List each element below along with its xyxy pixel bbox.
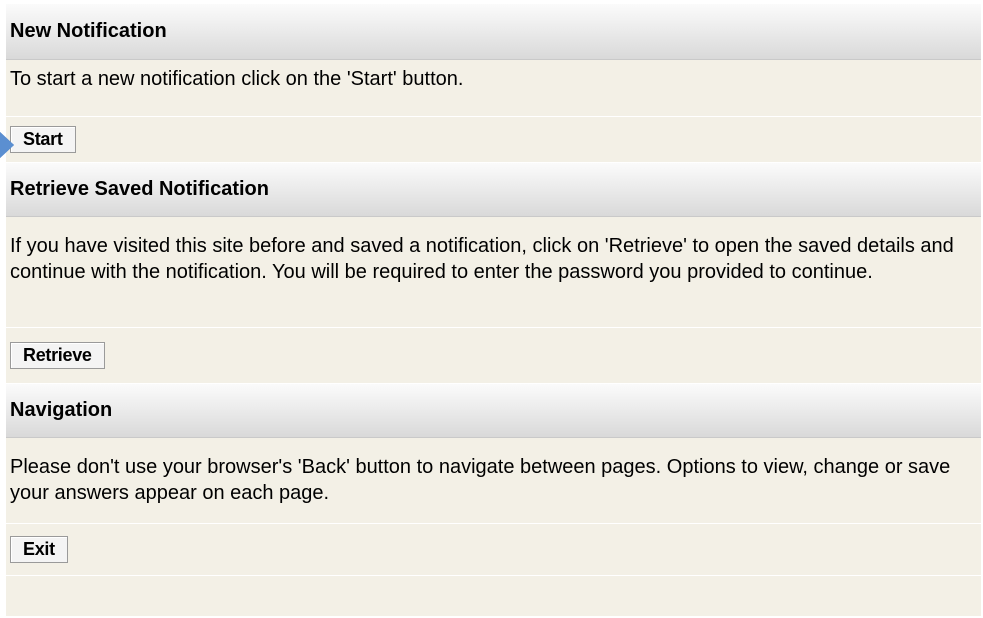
retrieve-description: If you have visited this site before and… [6, 217, 981, 328]
navigation-title: Navigation [10, 399, 113, 421]
retrieve-header: Retrieve Saved Notification [6, 163, 981, 217]
exit-button[interactable]: Exit [10, 536, 68, 563]
retrieve-button[interactable]: Retrieve [10, 342, 105, 369]
retrieve-button-row: Retrieve [6, 328, 981, 384]
notification-panel: New Notification To start a new notifica… [6, 4, 981, 616]
exit-button-row: Exit [6, 524, 981, 576]
navigation-text: Please don't use your browser's 'Back' b… [10, 456, 951, 504]
new-notification-description: To start a new notification click on the… [6, 60, 981, 117]
new-notification-text: To start a new notification click on the… [10, 68, 464, 90]
retrieve-text: If you have visited this site before and… [10, 235, 954, 283]
navigation-header: Navigation [6, 384, 981, 438]
retrieve-title: Retrieve Saved Notification [10, 178, 269, 200]
start-button-row: Start [6, 117, 981, 163]
arrow-right-icon [0, 132, 14, 158]
navigation-description: Please don't use your browser's 'Back' b… [6, 438, 981, 524]
new-notification-header: New Notification [6, 4, 981, 60]
new-notification-title: New Notification [10, 20, 167, 42]
start-button[interactable]: Start [10, 126, 76, 153]
